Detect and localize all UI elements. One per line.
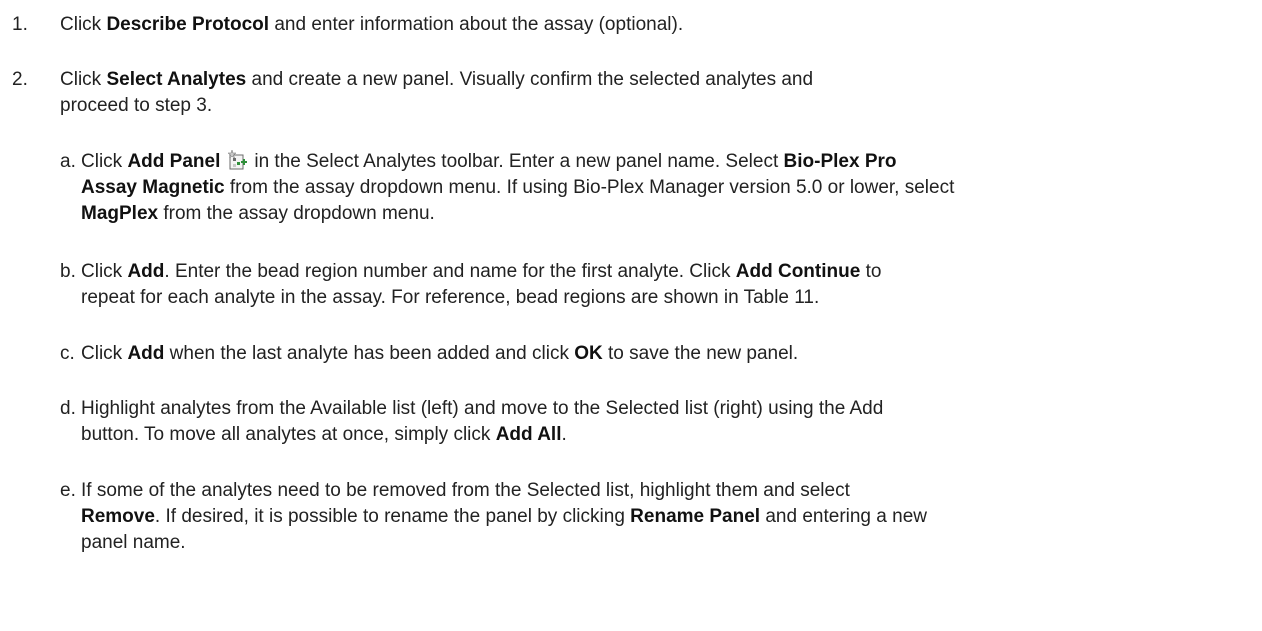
substep-text: Click Add when the last analyte has been… <box>81 341 1250 367</box>
substep-letter: d. <box>60 398 76 419</box>
text-run: button. To move all analytes at once, si… <box>81 424 496 445</box>
text-run: panel name. <box>81 532 186 553</box>
substep-letter: b. <box>60 261 76 282</box>
bold-term: Remove <box>81 506 155 527</box>
substep-letter: c. <box>60 343 75 364</box>
text-run: Click <box>81 261 128 282</box>
bold-term: Add Continue <box>735 261 861 282</box>
substep-text: If some of the analytes need to be remov… <box>81 478 1250 556</box>
text-run: Click <box>60 69 107 90</box>
text-run: to <box>860 261 882 282</box>
bold-term: Rename Panel <box>630 506 761 527</box>
bold-term: Bio-Plex Pro <box>783 151 897 172</box>
substep-text: Click Add. Enter the bead region number … <box>81 259 1250 311</box>
bold-term: Assay Magnetic <box>81 177 225 198</box>
bold-term: OK <box>574 343 603 364</box>
add-panel-icon <box>227 149 248 170</box>
text-run: from the assay dropdown menu. If using B… <box>224 177 955 198</box>
substep-text: Highlight analytes from the Available li… <box>81 396 1250 448</box>
text-run: . <box>561 424 567 445</box>
text-run: and create a new panel. Visually confirm… <box>246 69 814 90</box>
document-page: 1. Click Describe Protocol and enter inf… <box>0 0 1262 631</box>
text-run: and entering a new <box>760 506 927 527</box>
bold-term: Describe Protocol <box>106 14 270 35</box>
substep-letter: a. <box>60 151 76 172</box>
text-run: Click <box>60 14 107 35</box>
bold-term: MagPlex <box>81 203 159 224</box>
bold-term: Select Analytes <box>106 69 247 90</box>
text-run: . Enter the bead region number and name … <box>164 261 736 282</box>
text-run: Click <box>81 151 128 172</box>
text-run: and enter information about the assay (o… <box>269 14 684 35</box>
substep-text: Click Add Panel in the Select Analytes to… <box>81 149 1250 227</box>
text-run: to save the new panel. <box>602 343 799 364</box>
step-text: Click Select Analytes and create a new p… <box>60 67 1250 119</box>
text-run: from the assay dropdown menu. <box>158 203 435 224</box>
bold-term: Add Panel <box>127 151 221 172</box>
substep-letter: e. <box>60 480 76 501</box>
text-run: Highlight analytes from the Available li… <box>81 398 884 419</box>
text-run: repeat for each analyte in the assay. Fo… <box>81 287 820 308</box>
step-text: Click Describe Protocol and enter inform… <box>60 12 1250 38</box>
text-run: If some of the analytes need to be remov… <box>81 480 850 501</box>
text-run: . If desired, it is possible to rename t… <box>154 506 631 527</box>
text-run: when the last analyte has been added and… <box>164 343 575 364</box>
step-number: 1. <box>12 14 28 35</box>
bold-term: Add <box>127 261 165 282</box>
text-run: Click <box>81 343 128 364</box>
text-run: proceed to step 3. <box>60 95 213 116</box>
text-run: in the Select Analytes toolbar. Enter a … <box>254 151 784 172</box>
bold-term: Add <box>127 343 165 364</box>
step-number: 2. <box>12 69 28 90</box>
bold-term: Add All <box>495 424 562 445</box>
